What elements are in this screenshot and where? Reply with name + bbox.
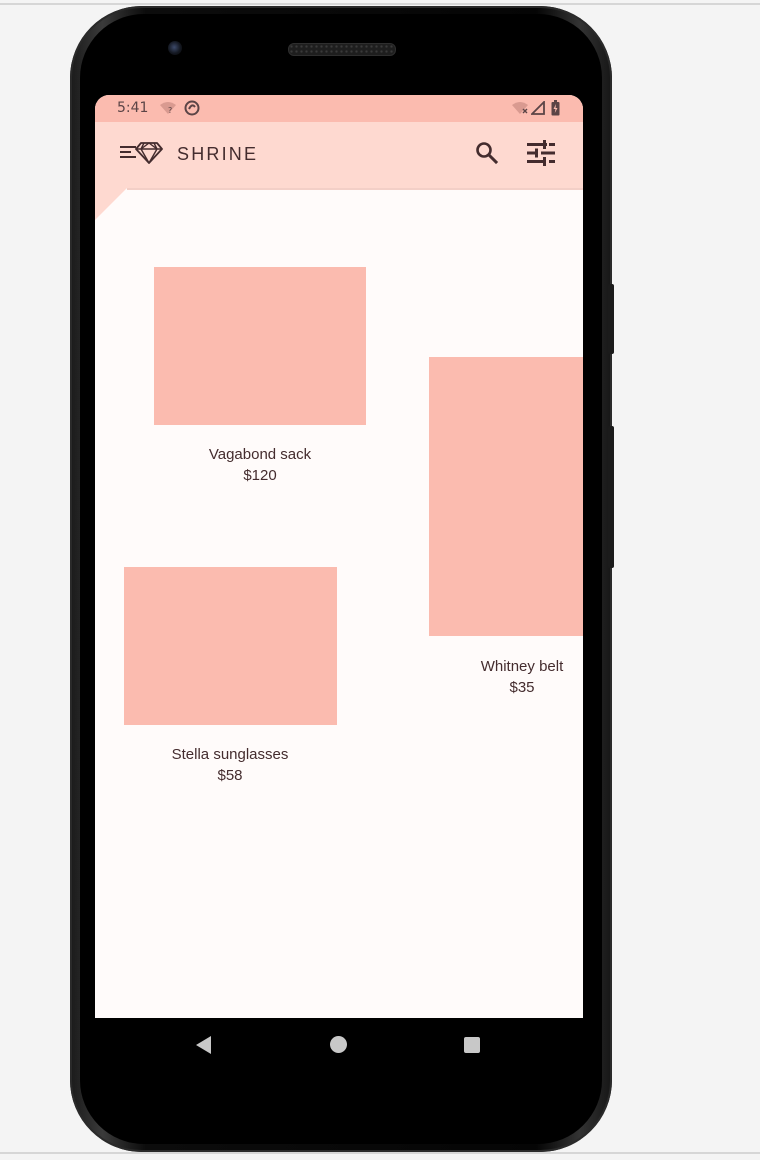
front-layer-edge: [127, 188, 583, 190]
search-button[interactable]: [473, 139, 501, 167]
power-button[interactable]: [608, 284, 614, 354]
wifi-question-icon: ?: [160, 102, 176, 115]
search-icon: [476, 142, 499, 165]
back-icon[interactable]: [196, 1036, 211, 1054]
battery-charging-icon: [551, 100, 560, 116]
wifi-off-icon: [512, 102, 528, 114]
sync-icon: [184, 100, 200, 116]
status-bar: 5:41 ?: [95, 95, 583, 122]
tune-icon: [527, 140, 555, 166]
menu-diamond-icon: [120, 142, 163, 164]
home-icon[interactable]: [330, 1036, 347, 1053]
menu-button[interactable]: [119, 139, 163, 165]
product-name: Vagabond sack: [208, 446, 312, 463]
device-screen: 5:41 ? SHRINE Vagabond sack $120 Whitney…: [95, 95, 583, 1018]
product-image-vagabond-sack[interactable]: [154, 267, 366, 425]
signal-icon: [531, 101, 545, 115]
product-image-whitney-belt[interactable]: [429, 357, 583, 636]
window-bottom-divider: [0, 1152, 760, 1154]
product-name: Whitney belt: [480, 658, 564, 675]
status-time: 5:41: [117, 100, 149, 116]
product-price: $58: [217, 767, 243, 784]
earpiece-speaker: [288, 43, 396, 56]
front-camera: [168, 41, 182, 55]
product-price: $120: [243, 467, 277, 484]
product-image-stella-sunglasses[interactable]: [124, 567, 337, 725]
window-top-divider: [0, 3, 760, 5]
product-price: $35: [509, 679, 535, 696]
app-title: SHRINE: [177, 144, 259, 164]
volume-button[interactable]: [608, 426, 614, 568]
app-bar: [95, 122, 583, 188]
filter-button[interactable]: [525, 139, 557, 167]
recents-icon[interactable]: [464, 1037, 480, 1053]
product-name: Stella sunglasses: [171, 746, 289, 763]
svg-text:?: ?: [168, 106, 172, 115]
